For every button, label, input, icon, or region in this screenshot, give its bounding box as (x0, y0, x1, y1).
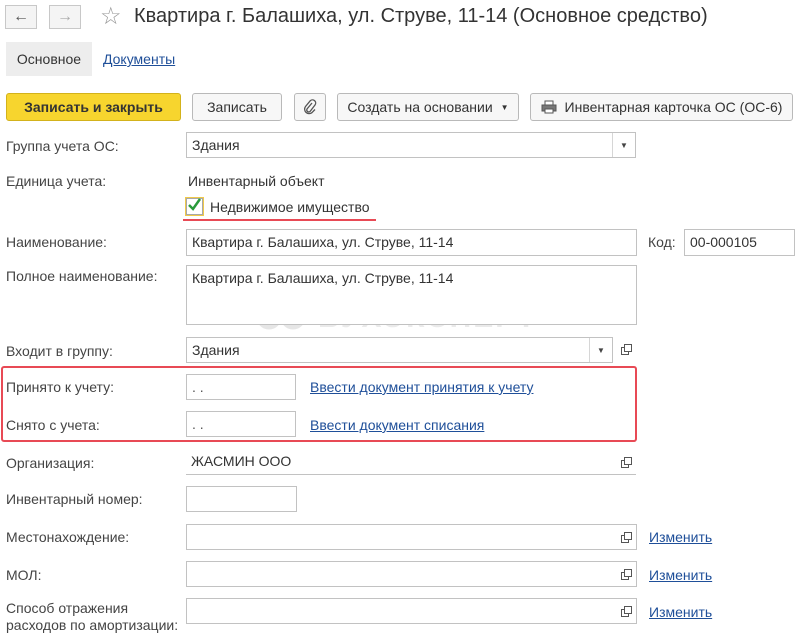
group-field[interactable]: Здания ▼ (186, 132, 636, 158)
forward-button[interactable]: → (49, 5, 81, 29)
amortization-change-link[interactable]: Изменить (649, 604, 712, 620)
chevron-down-icon: ▼ (597, 345, 605, 355)
fullname-label: Полное наименование: (6, 268, 158, 284)
arrow-right-icon: → (57, 8, 73, 25)
parent-group-label: Входит в группу: (6, 343, 113, 359)
accepted-label: Принято к учету: (6, 379, 115, 395)
location-change-link[interactable]: Изменить (649, 529, 712, 545)
parent-group-dropdown-button[interactable]: ▼ (589, 338, 612, 362)
mol-field[interactable] (186, 561, 637, 587)
location-label: Местонахождение: (6, 529, 130, 545)
favorite-star-icon[interactable]: ☆ (100, 2, 122, 31)
create-based-on-label: Создать на основании (347, 99, 493, 115)
unit-label: Единица учета: (6, 173, 107, 189)
group-value: Здания (192, 137, 240, 153)
inventory-card-label: Инвентарная карточка ОС (ОС-6) (564, 99, 783, 115)
accepted-document-link[interactable]: Ввести документ принятия к учету (310, 379, 533, 395)
save-and-close-button[interactable]: Записать и закрыть (6, 93, 181, 121)
group-dropdown-button[interactable]: ▼ (612, 133, 635, 157)
unit-value: Инвентарный объект (188, 173, 325, 189)
chevron-down-icon: ▼ (500, 102, 509, 112)
real-estate-label[interactable]: Недвижимое имущество (210, 199, 370, 215)
real-estate-checkbox[interactable] (185, 197, 204, 216)
removed-document-link[interactable]: Ввести документ списания (310, 417, 484, 433)
tab-main[interactable]: Основное (6, 42, 92, 76)
open-icon[interactable] (619, 455, 633, 469)
mol-change-link[interactable]: Изменить (649, 567, 712, 583)
group-label: Группа учета ОС: (6, 138, 119, 154)
open-icon[interactable] (619, 567, 633, 581)
attach-button[interactable] (294, 93, 326, 121)
organization-label: Организация: (6, 455, 95, 471)
back-button[interactable]: ← (5, 5, 37, 29)
chevron-down-icon: ▼ (620, 140, 628, 150)
open-icon[interactable] (619, 342, 633, 356)
arrow-left-icon: ← (13, 8, 29, 25)
name-label: Наименование: (6, 234, 107, 250)
mol-label: МОЛ: (6, 567, 42, 583)
save-button[interactable]: Записать (192, 93, 282, 121)
inventory-number-input[interactable] (186, 486, 297, 512)
tab-documents[interactable]: Документы (103, 51, 175, 67)
real-estate-underline (183, 219, 376, 221)
parent-group-value: Здания (192, 342, 240, 358)
open-icon[interactable] (619, 604, 633, 618)
location-field[interactable] (186, 524, 637, 550)
amortization-label-line1: Способ отражения (6, 600, 129, 616)
amortization-label-line2: расходов по амортизации: (6, 617, 179, 633)
parent-group-field[interactable]: Здания ▼ (186, 337, 613, 363)
inventory-number-label: Инвентарный номер: (6, 491, 143, 507)
organization-field[interactable]: ЖАСМИН ООО (186, 449, 636, 475)
page-title: Квартира г. Балашиха, ул. Струве, 11-14 … (134, 5, 708, 27)
inventory-card-button[interactable]: Инвентарная карточка ОС (ОС-6) (530, 93, 793, 121)
removed-date-input[interactable]: . . (186, 411, 296, 437)
checkmark-icon (188, 198, 202, 211)
open-icon[interactable] (619, 530, 633, 544)
code-input[interactable]: 00-000105 (684, 229, 795, 256)
accepted-date-input[interactable]: . . (186, 374, 296, 400)
name-input[interactable]: Квартира г. Балашиха, ул. Струве, 11-14 (186, 229, 637, 256)
code-label: Код: (648, 234, 676, 250)
amortization-field[interactable] (186, 598, 637, 624)
removed-label: Снято с учета: (6, 417, 100, 433)
printer-icon (541, 100, 557, 114)
fullname-textarea[interactable]: Квартира г. Балашиха, ул. Струве, 11-14 (186, 265, 637, 325)
paperclip-icon (304, 99, 317, 115)
create-based-on-button[interactable]: Создать на основании ▼ (337, 93, 519, 121)
